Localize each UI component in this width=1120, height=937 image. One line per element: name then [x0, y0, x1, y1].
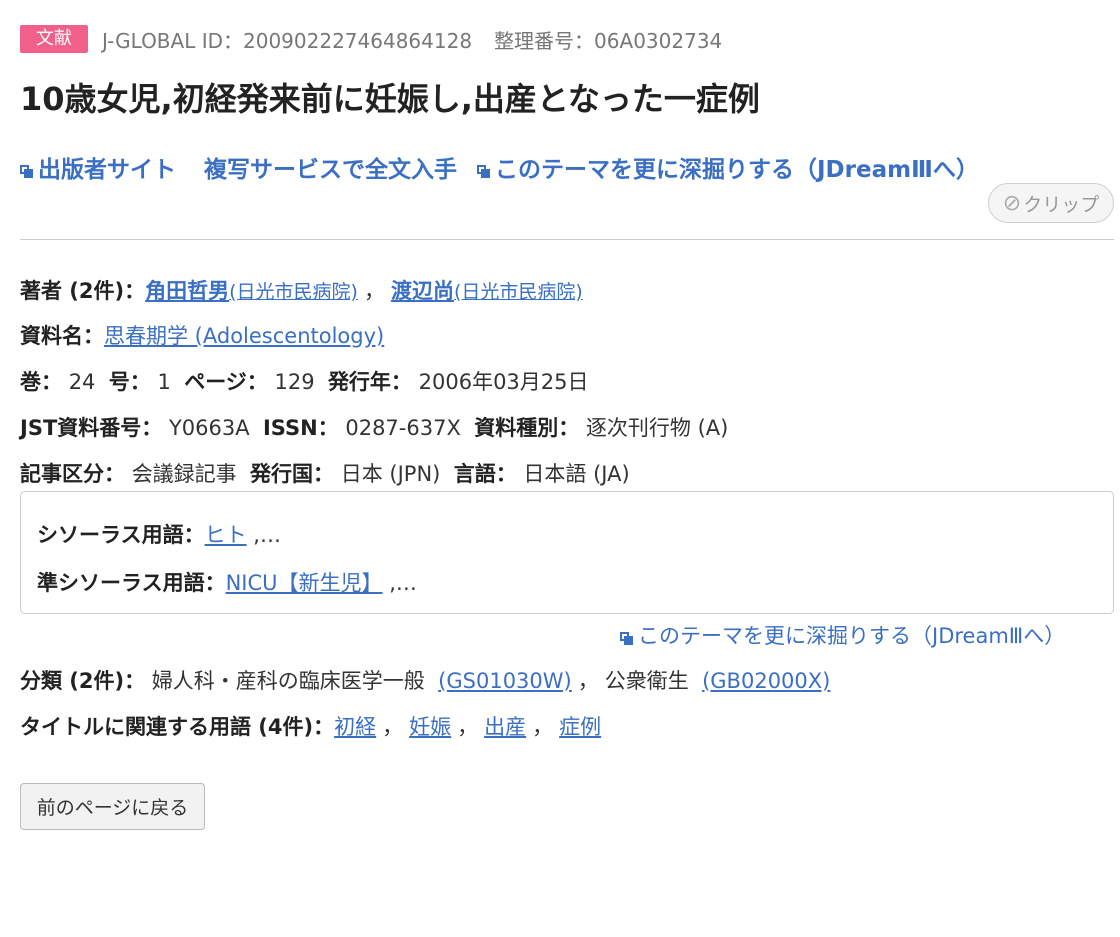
separator: ， [363, 279, 385, 303]
sub-thesaurus-row: 準シソーラス用語：NICU【新生児】 ,… [37, 567, 417, 597]
volume-row: 巻： 24 号： 1 ページ： 129 発行年： 2006年03月25日 [20, 366, 589, 396]
separator: ， [577, 669, 599, 693]
jst-value: Y0663A [168, 416, 250, 440]
classification-code-link[interactable]: (GB02000X) [702, 669, 830, 693]
source-label: 資料名： [20, 324, 104, 348]
material-type-value: 逐次刊行物 (A) [585, 416, 729, 440]
page-label: ページ： [184, 370, 268, 394]
issn-label: ISSN： [262, 416, 339, 440]
issue-value: 1 [157, 370, 171, 394]
sub-thesaurus-term-link[interactable]: NICU【新生児】 [226, 571, 383, 595]
classification-row: 分類 (2件)： 婦人科・産科の臨床医学一般 (GS01030W)，公衆衛生 (… [20, 665, 830, 695]
article-kind-label: 記事区分： [20, 462, 125, 486]
thesaurus-box: シソーラス用語：ヒト ,… 準シソーラス用語：NICU【新生児】 ,… [20, 491, 1114, 614]
separator: ， [457, 715, 479, 739]
copy-service-label: 複写サービスで全文入手 [204, 157, 457, 183]
related-term-link[interactable]: 出産 [484, 715, 526, 739]
reference-number: 整理番号：06A0302734 [494, 28, 723, 53]
page-value: 129 [274, 370, 315, 394]
author-affiliation-link[interactable]: (日光市民病院) [229, 281, 358, 303]
related-term-link[interactable]: 妊娠 [409, 715, 451, 739]
sub-thesaurus-label: 準シソーラス用語： [37, 571, 226, 595]
classification-label: 分類 (2件)： [20, 669, 146, 693]
article-row: 記事区分： 会議録記事 発行国： 日本 (JPN) 言語： 日本語 (JA) [20, 458, 630, 488]
thesaurus-row: シソーラス用語：ヒト ,… [37, 519, 281, 549]
deep-dive-secondary-label: このテーマを更に深掘りする（JDreamⅢへ） [638, 624, 1066, 648]
divider [20, 239, 1114, 240]
document-type-badge: 文献 [20, 25, 88, 53]
separator: ， [382, 715, 404, 739]
copy-service-link[interactable]: 複写サービスで全文入手 [204, 150, 457, 184]
related-term-link[interactable]: 初経 [334, 715, 376, 739]
issue-label: 号： [108, 370, 151, 394]
thesaurus-label: シソーラス用語： [37, 523, 205, 547]
paperclip-icon: ⊘ [1002, 190, 1022, 216]
related-terms-label: タイトルに関連する用語 (4件)： [20, 715, 335, 739]
authors-row: 著者 (2件)：角田哲男(日光市民病院)，渡辺尚(日光市民病院) [20, 275, 583, 305]
volume-value: 24 [68, 370, 96, 394]
thesaurus-term-link[interactable]: ヒト [205, 523, 247, 547]
deep-dive-link[interactable]: このテーマを更に深掘りする（JDreamⅢへ） [477, 150, 979, 184]
author-link[interactable]: 角田哲男 [145, 279, 229, 303]
back-button[interactable]: 前のページに戻る [20, 783, 205, 830]
page-title: 10歳女児,初経発来前に妊娠し,出産となった一症例 [20, 80, 760, 118]
language-value: 日本語 (JA) [523, 462, 630, 486]
id-line: 文献 J-GLOBAL ID：200902227464864128 整理番号：06… [20, 24, 722, 54]
country-label: 発行国： [250, 462, 335, 486]
clip-label: クリップ [1023, 193, 1100, 216]
separator: ， [532, 715, 554, 739]
classification-name: 公衆衛生 [604, 669, 689, 693]
year-value: 2006年03月25日 [418, 370, 589, 394]
external-link-icon [620, 631, 633, 645]
source-link[interactable]: 思春期学 (Adolescentology) [104, 324, 384, 348]
author-affiliation-link[interactable]: (日光市民病院) [454, 281, 583, 303]
language-label: 言語： [453, 462, 517, 486]
deep-dive-link-secondary[interactable]: このテーマを更に深掘りする（JDreamⅢへ） [620, 620, 1065, 650]
thesaurus-more: ,… [246, 523, 281, 547]
material-type-label: 資料種別： [474, 416, 580, 440]
clip-button[interactable]: ⊘ クリップ [988, 183, 1114, 223]
volume-label: 巻： [20, 370, 62, 394]
issn-value: 0287-637X [345, 416, 461, 440]
publisher-site-link[interactable]: 出版者サイト [20, 150, 176, 184]
source-row: 資料名：思春期学 (Adolescentology) [20, 320, 384, 350]
classification-code-link[interactable]: (GS01030W) [438, 669, 572, 693]
jst-label: JST資料番号： [20, 416, 163, 440]
authors-label: 著者 (2件)： [20, 279, 146, 303]
year-label: 発行年： [327, 370, 412, 394]
related-term-link[interactable]: 症例 [559, 715, 601, 739]
related-terms-row: タイトルに関連する用語 (4件)：初経，妊娠，出産，症例 [20, 711, 601, 741]
sub-thesaurus-more: ,… [382, 571, 417, 595]
external-link-icon [477, 164, 490, 178]
jglobal-id-text: J-GLOBAL ID：200902227464864128 [102, 28, 473, 53]
jglobal-id: J-GLOBAL ID：200902227464864128 整理番号：06A03… [102, 25, 722, 54]
external-link-icon [20, 164, 33, 178]
country-value: 日本 (JPN) [340, 462, 441, 486]
classification-name: 婦人科・産科の臨床医学一般 [151, 669, 425, 693]
jst-row: JST資料番号： Y0663A ISSN： 0287-637X 資料種別： 逐次… [20, 412, 728, 442]
author-link[interactable]: 渡辺尚 [391, 279, 454, 303]
action-links: 出版者サイト 複写サービスで全文入手 このテーマを更に深掘りする（JDreamⅢ… [20, 150, 979, 184]
deep-dive-label: このテーマを更に深掘りする（JDreamⅢへ） [495, 157, 979, 183]
publisher-site-label: 出版者サイト [38, 157, 176, 183]
article-kind-value: 会議録記事 [131, 462, 237, 486]
